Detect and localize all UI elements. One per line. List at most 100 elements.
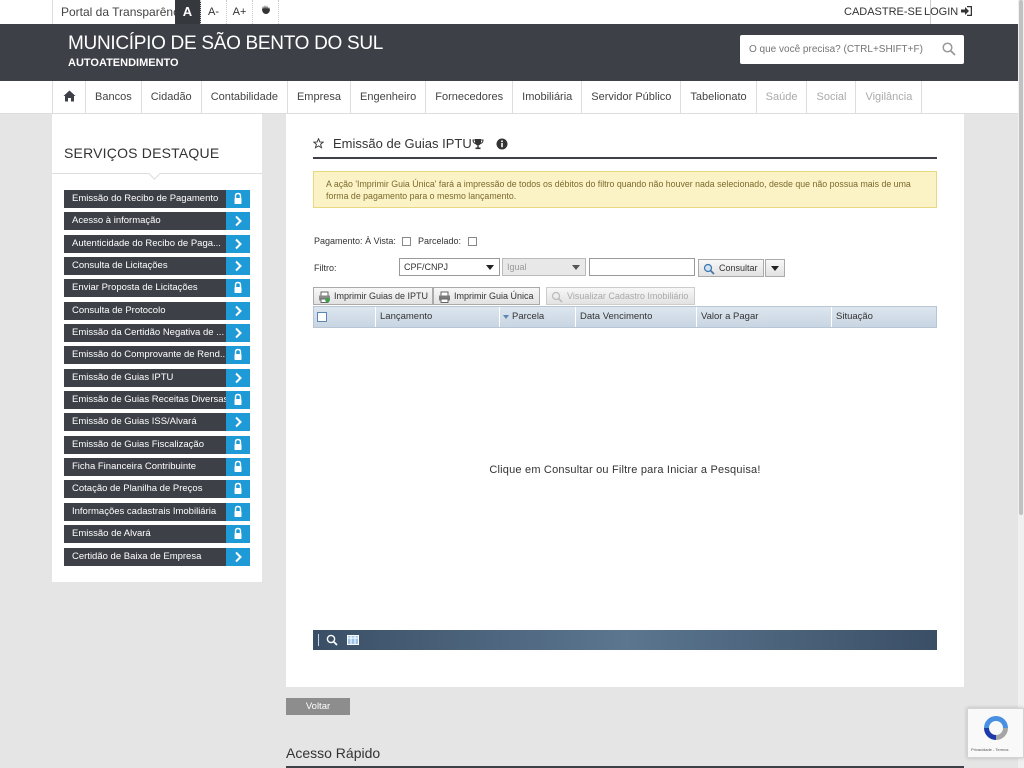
star-icon[interactable]	[313, 138, 324, 149]
search-icon[interactable]	[942, 42, 956, 56]
back-button[interactable]: Voltar	[286, 698, 350, 715]
nav-item[interactable]: Contabilidade	[202, 81, 288, 113]
nav-item[interactable]: Engenheiro	[351, 81, 427, 113]
chevron-right-icon	[226, 368, 250, 387]
parcelado-checkbox[interactable]	[467, 237, 477, 247]
page-scrollbar[interactable]	[1018, 0, 1024, 768]
avista-checkbox[interactable]	[402, 237, 412, 247]
grid-column-label: Parcela	[512, 311, 545, 322]
payment-label: Pagamento:	[314, 236, 363, 246]
featured-service-item[interactable]: Certidão de Baixa de Empresa	[64, 547, 250, 566]
featured-services-title: SERVIÇOS DESTAQUE	[64, 145, 220, 161]
main-nav: Bancos Cidadão Contabilidade Empresa Engenhe…	[0, 81, 1018, 114]
sign-language-icon[interactable]	[253, 0, 279, 24]
lock-icon	[226, 502, 250, 521]
print-iptu-button[interactable]: Imprimir Guias de IPTU	[313, 287, 433, 305]
grid-header: Lançamento Parcela Data Vencimento Valor…	[313, 306, 937, 328]
lock-icon	[226, 346, 250, 365]
featured-service-item[interactable]: Ficha Financeira Contribuinte	[64, 458, 250, 477]
search-icon[interactable]	[326, 634, 338, 646]
featured-service-label: Ficha Financeira Contribuinte	[72, 461, 197, 473]
nav-item[interactable]: Servidor Público	[582, 81, 682, 113]
nav-item[interactable]: Imobiliária	[513, 81, 583, 113]
nav-home[interactable]	[53, 81, 86, 113]
nav-item: Social	[807, 81, 857, 113]
featured-service-item[interactable]: Consulta de Licitações	[64, 257, 250, 276]
featured-service-item[interactable]: Emissão de Guias ISS/Alvará	[64, 413, 250, 432]
lock-icon	[226, 480, 250, 499]
nav-item[interactable]: Fornecedores	[426, 81, 514, 113]
scrollbar-thumb[interactable]	[1019, 0, 1023, 515]
consult-button[interactable]: Consultar	[698, 259, 764, 277]
featured-service-label: Informações cadastrais Imobiliária	[72, 505, 217, 517]
lock-icon	[226, 391, 250, 410]
login-link[interactable]: LOGIN	[918, 0, 978, 24]
featured-service-item[interactable]: Emissão de Guias Receitas Diversas	[64, 391, 250, 410]
nav-item[interactable]: Tabelionato	[681, 81, 757, 113]
trophy-icon[interactable]	[472, 138, 484, 150]
info-icon[interactable]	[496, 138, 508, 150]
featured-service-item[interactable]: Emissão de Guias Fiscalização	[64, 435, 250, 454]
chevron-down-icon	[486, 265, 494, 270]
filter-operator-select[interactable]: Igual	[502, 258, 586, 276]
nav-item[interactable]: Cidadão	[142, 81, 202, 113]
print-single-guide-button[interactable]: Imprimir Guia Única	[433, 287, 540, 305]
featured-service-item[interactable]: Emissão do Recibo de Pagamento	[64, 190, 250, 208]
grid-column-header[interactable]: Situação	[832, 307, 936, 327]
featured-service-item[interactable]: Cotação de Planilha de Preços	[64, 480, 250, 499]
site-subtitle: AUTOATENDIMENTO	[68, 57, 179, 69]
font-decrease-button[interactable]: A-	[201, 0, 227, 24]
featured-service-label: Acesso à informação	[72, 215, 161, 227]
chevron-right-icon	[226, 413, 250, 432]
featured-service-item[interactable]: Emissão do Comprovante de Rend...	[64, 346, 250, 365]
featured-service-label: Emissão do Recibo de Pagamento	[72, 193, 219, 204]
lock-icon	[226, 458, 250, 477]
quick-access-title: Acesso Rápido	[286, 745, 381, 761]
featured-service-label: Emissão de Guias Receitas Diversas	[72, 394, 229, 406]
featured-service-item[interactable]: Emissão de Alvará	[64, 525, 250, 544]
nav-item: Saúde	[757, 81, 808, 113]
columns-icon[interactable]	[347, 635, 359, 645]
sign-in-icon	[961, 5, 973, 17]
select-all-checkbox[interactable]	[317, 312, 327, 322]
lock-icon	[226, 525, 250, 544]
grid-column-header[interactable]: Lançamento	[376, 307, 500, 327]
featured-service-item[interactable]: Informações cadastrais Imobiliária	[64, 502, 250, 521]
font-normal-button[interactable]: A	[175, 0, 201, 24]
featured-service-item[interactable]: Emissão da Certidão Negativa de ...	[64, 324, 250, 343]
grid-toolbar	[313, 630, 937, 650]
print-single-label: Imprimir Guia Única	[454, 291, 534, 301]
grid-column-header[interactable]: Data Vencimento	[576, 307, 697, 327]
signup-link[interactable]: CADASTRE-SE	[836, 0, 932, 24]
top-utility-bar: Portal da Transparência A A- A+ CADASTRE…	[0, 0, 1018, 24]
font-increase-button[interactable]: A+	[227, 0, 253, 24]
nav-item[interactable]: Empresa	[288, 81, 351, 113]
featured-service-item[interactable]: Enviar Proposta de Licitações	[64, 279, 250, 298]
grid-column-header[interactable]: Valor a Pagar	[697, 307, 832, 327]
featured-service-item[interactable]: Acesso à informação	[64, 212, 250, 231]
site-title[interactable]: MUNICÍPIO DE SÃO BENTO DO SUL	[68, 33, 383, 55]
consult-dropdown-button[interactable]	[765, 259, 785, 277]
filter-value-input[interactable]	[589, 258, 695, 276]
featured-service-item[interactable]: Emissão de Guias IPTU	[64, 368, 250, 387]
nav-item[interactable]: Bancos	[86, 81, 142, 113]
lock-icon	[226, 435, 250, 454]
divider-arrow	[148, 167, 161, 180]
featured-services-panel: SERVIÇOS DESTAQUE Emissão do Recibo de P…	[52, 114, 262, 582]
consult-label: Consultar	[719, 263, 758, 273]
filter-field-select[interactable]: CPF/CNPJ	[399, 258, 500, 276]
featured-service-item[interactable]: Consulta de Protocolo	[64, 301, 250, 320]
filter-operator-value: Igual	[507, 262, 527, 272]
search-input[interactable]	[740, 35, 930, 64]
search-box	[740, 35, 964, 64]
recaptcha-badge[interactable]: Privacidade - Termos	[967, 708, 1024, 758]
filter-label: Filtro:	[314, 263, 337, 273]
featured-service-item[interactable]: Autenticidade do Recibo de Paga...	[64, 234, 250, 253]
featured-service-label: Autenticidade do Recibo de Paga...	[72, 237, 221, 249]
grid-column-header-parcela[interactable]: Parcela	[500, 307, 576, 327]
featured-service-label: Consulta de Licitações	[72, 260, 168, 272]
recaptcha-text[interactable]: Privacidade - Termos	[971, 747, 1009, 752]
view-cadastro-button[interactable]: Visualizar Cadastro Imobiliário	[546, 287, 695, 305]
lock-icon	[226, 279, 250, 298]
chevron-right-icon	[226, 301, 250, 320]
